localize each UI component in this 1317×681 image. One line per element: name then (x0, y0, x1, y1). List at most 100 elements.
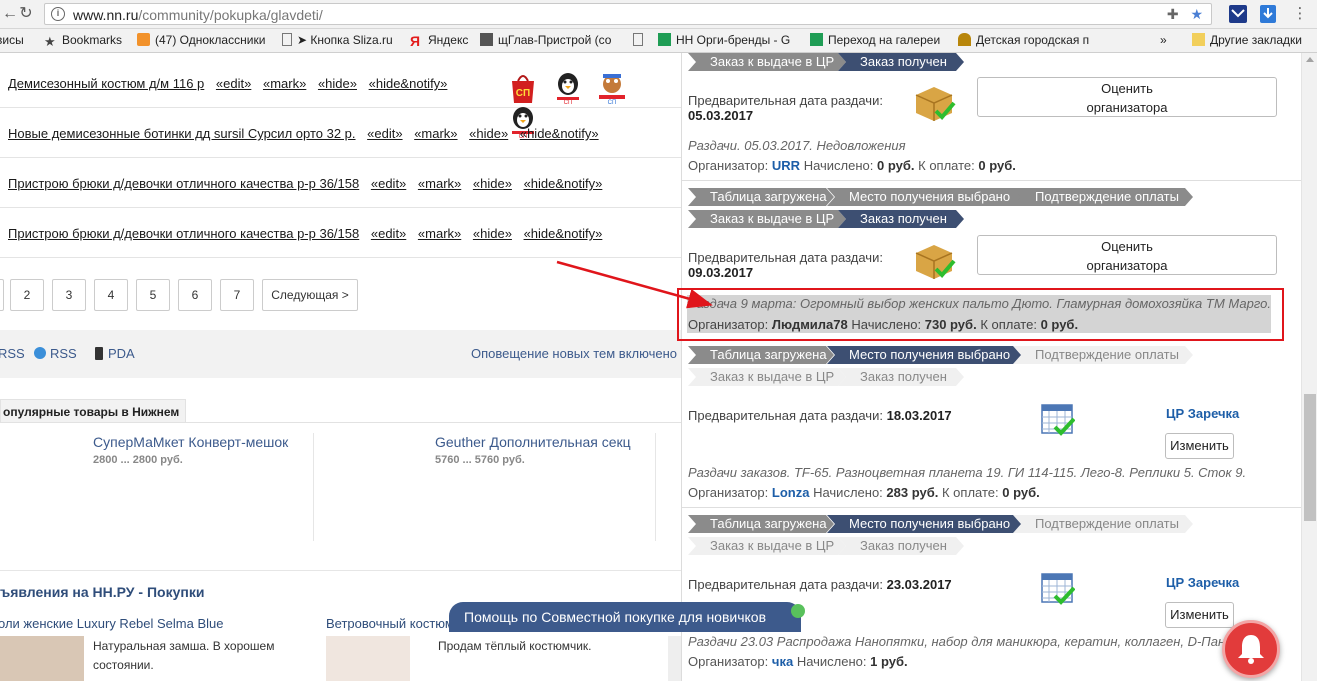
edit-link[interactable]: «edit» (371, 226, 406, 241)
more-bookmarks-button[interactable]: » (1160, 33, 1167, 47)
edit-link[interactable]: «edit» (367, 126, 402, 141)
hide-link[interactable]: «hide» (318, 76, 357, 91)
bookmark-item[interactable]: НН Орги-бренды - G (658, 33, 790, 47)
page-button[interactable]: 4 (94, 279, 128, 311)
mark-link[interactable]: «mark» (263, 76, 306, 91)
rate-organizer-button[interactable]: Оценить организатора (977, 235, 1277, 275)
stage-payment-confirmed: Подтверждение оплаты (1013, 346, 1193, 364)
mark-link[interactable]: «mark» (418, 226, 461, 241)
topic-row: Пристрою брюки д/девочки отличного качес… (0, 158, 681, 208)
rss-link[interactable]: RSS (34, 346, 77, 361)
change-pickup-button[interactable]: Изменить (1165, 433, 1234, 459)
divider (682, 180, 1301, 181)
product-card[interactable]: СуперМаМкет Конверт-мешок 2800 ... 2800 … (93, 434, 288, 466)
ad-photo[interactable] (668, 636, 681, 681)
box-delivered-icon (915, 87, 956, 121)
topic-link[interactable]: Демисезонный костюм д/м 116 р (8, 76, 204, 91)
organizer-logo[interactable]: СП (553, 71, 583, 106)
divider (0, 570, 681, 571)
url-field[interactable]: i www.nn.ru/community/pokupka/glavdeti/ … (44, 3, 1212, 25)
hide-link[interactable]: «hide» (473, 176, 512, 191)
menu-icon[interactable]: ⋮ (1290, 4, 1310, 24)
page-button[interactable]: 2 (10, 279, 44, 311)
ad-description: Продам тёплый костюмчик. (438, 639, 592, 653)
help-bar[interactable]: Помощь по Совместной покупке для новичко… (449, 602, 805, 632)
topic-link[interactable]: Новые демисезонные ботинки дд sursil Сур… (8, 126, 356, 141)
scrollbar[interactable] (1301, 53, 1317, 681)
topic-link[interactable]: Пристрою брюки д/девочки отличного качес… (8, 226, 359, 241)
order-note: Раздачи заказов. TF-65. Разноцветная пла… (688, 465, 1247, 480)
pickup-point-link[interactable]: ЦР Заречка (1166, 575, 1239, 590)
edit-link[interactable]: «edit» (371, 176, 406, 191)
bookmark-item[interactable]: (47) Одноклассники (137, 33, 265, 47)
sheets-icon (810, 33, 823, 46)
bookmark-item[interactable]: щГлав-Пристрой (со (480, 33, 611, 47)
bookmark-item[interactable] (633, 33, 648, 47)
hide-notify-link[interactable]: «hide&notify» (369, 76, 448, 91)
extension-icon[interactable] (1228, 4, 1248, 24)
page-button[interactable]: 5 (136, 279, 170, 311)
organizer-line: Организатор: чка Начислено: 1 руб. (688, 654, 908, 669)
organizer-link[interactable]: чка (772, 654, 793, 669)
page-button[interactable]: 6 (178, 279, 212, 311)
url-text[interactable]: www.nn.ru/community/pokupka/glavdeti/ (73, 7, 323, 23)
popular-tab[interactable]: опулярные товары в Нижнем (0, 399, 186, 423)
bookmark-star-icon[interactable]: ★ (1190, 6, 1203, 22)
hide-notify-link[interactable]: «hide&notify» (524, 176, 603, 191)
notification-bell-icon[interactable] (1222, 620, 1280, 678)
edit-link[interactable]: «edit» (216, 76, 251, 91)
order-note: Раздачи. 05.03.2017. Недовложения (688, 138, 906, 153)
folder-icon (1192, 33, 1205, 46)
orders-panel: Заказ к выдаче в ЦР Заказ получен Предва… (681, 53, 1301, 681)
order-stages: Заказ к выдаче в ЦР Заказ получен (688, 210, 1088, 228)
sheets-icon (658, 33, 671, 46)
organizer-logo[interactable]: СП (597, 71, 627, 106)
change-pickup-button[interactable]: Изменить (1165, 602, 1234, 628)
page-button[interactable]: 3 (52, 279, 86, 311)
organizer-link[interactable]: Lonza (772, 485, 810, 500)
ad-photo[interactable] (0, 636, 84, 681)
hide-link[interactable]: «hide» (473, 226, 512, 241)
rate-organizer-button[interactable]: Оценить организатора (977, 77, 1277, 117)
extension-puzzle-icon[interactable]: ✚ (1167, 6, 1179, 22)
ads-section-title[interactable]: ъявления на НН.РУ - Покупки (0, 584, 204, 600)
mark-link[interactable]: «mark» (414, 126, 457, 141)
page-button[interactable] (0, 279, 4, 311)
page-icon (282, 33, 292, 46)
next-page-button[interactable]: Следующая > (262, 279, 358, 311)
bookmark-item[interactable]: Я Яндекс (410, 33, 468, 48)
calendar-check-icon (1041, 573, 1075, 605)
download-icon[interactable] (1258, 4, 1278, 24)
organizer-link[interactable]: URR (772, 158, 800, 173)
product-card[interactable]: Geuther Дополнительная секц 5760 ... 576… (435, 434, 631, 466)
pickup-point-link[interactable]: ЦР Заречка (1166, 406, 1239, 421)
calendar-check-icon (1041, 404, 1075, 436)
bookmark-item[interactable]: висы (0, 33, 24, 47)
bookmark-item[interactable]: Детская городская п (958, 33, 1089, 47)
hide-notify-link[interactable]: «hide&notify» (524, 226, 603, 241)
scroll-up-icon[interactable] (1306, 57, 1314, 62)
organizer-line: Организатор: Lonza Начислено: 283 руб. К… (688, 485, 1040, 500)
hide-link[interactable]: «hide» (469, 126, 508, 141)
topic-link[interactable]: Пристрою брюки д/девочки отличного качес… (8, 176, 359, 191)
ad-photo[interactable] (326, 636, 410, 681)
stage-table-uploaded: Таблица загружена (688, 515, 834, 533)
organizer-logo[interactable]: СП (508, 71, 538, 105)
page-button[interactable]: 7 (220, 279, 254, 311)
reload-icon[interactable]: ↻ (16, 4, 36, 24)
scroll-thumb[interactable] (1304, 394, 1316, 521)
rss-link[interactable]: RSS (0, 346, 25, 361)
info-icon[interactable]: i (51, 7, 65, 21)
hide-notify-link[interactable]: «hide&notify» (520, 126, 599, 141)
star-icon: ★ (44, 34, 56, 49)
pda-link[interactable]: PDA (95, 346, 135, 361)
bookmark-item[interactable]: ★ Bookmarks (44, 33, 122, 49)
notify-link[interactable]: Оповещение новых тем включено (471, 346, 677, 361)
bookmark-item[interactable]: ➤ Кнопка Sliza.ru (282, 33, 393, 47)
ad-title[interactable]: оли женские Luxury Rebel Selma Blue (0, 616, 224, 631)
stage-ready-for-pickup: Заказ к выдаче в ЦР (688, 537, 846, 555)
divider (655, 433, 656, 541)
bookmark-item[interactable]: Переход на галереи (810, 33, 940, 47)
mark-link[interactable]: «mark» (418, 176, 461, 191)
bookmark-folder[interactable]: Другие закладки (1192, 33, 1302, 47)
